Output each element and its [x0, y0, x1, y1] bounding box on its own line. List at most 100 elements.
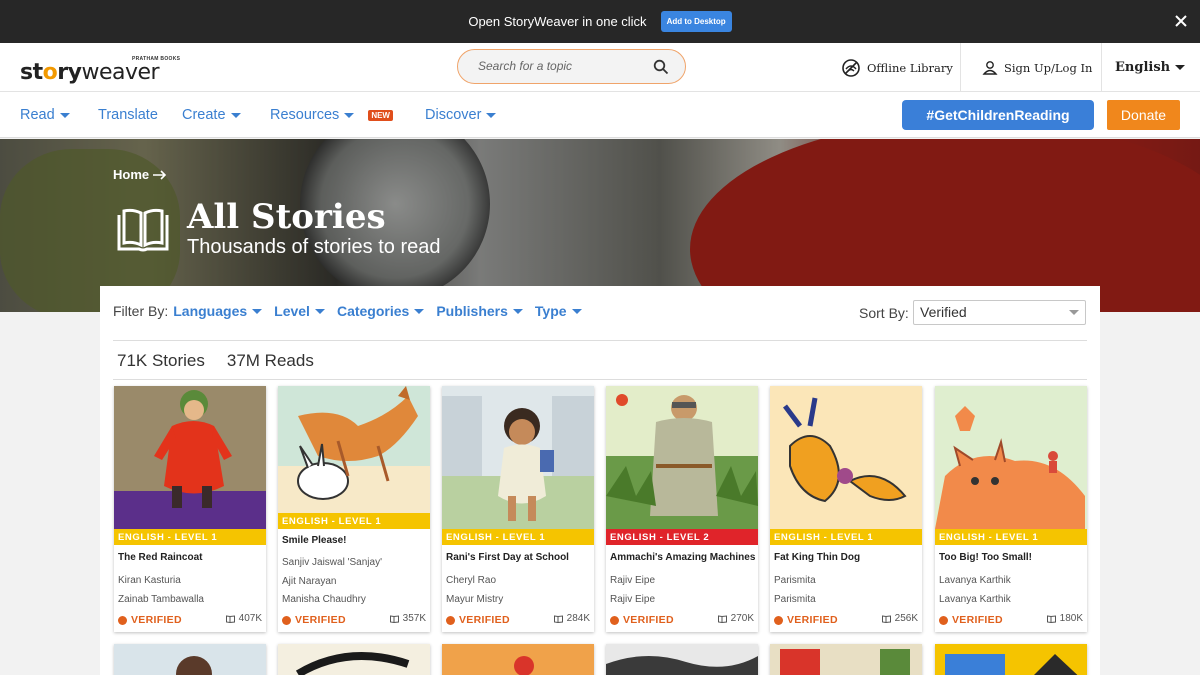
story-card[interactable]: [278, 644, 430, 675]
header-divider: [1101, 43, 1102, 92]
search-input[interactable]: [478, 59, 648, 73]
chevron-down-icon: [486, 112, 497, 118]
divider: [113, 379, 1087, 380]
nav-resources[interactable]: Resources NEW: [270, 107, 393, 123]
story-card[interactable]: [935, 644, 1087, 675]
nav-translate[interactable]: Translate: [98, 107, 158, 123]
story-card[interactable]: [114, 644, 266, 675]
story-illustrator[interactable]: Parismita: [774, 594, 816, 605]
story-title[interactable]: Fat King Thin Dog: [774, 552, 860, 563]
verified-badge: VERIFIED: [446, 614, 510, 626]
add-to-desktop-button[interactable]: Add to Desktop: [660, 11, 732, 32]
filter-languages[interactable]: Languages: [173, 303, 263, 319]
verified-icon: [939, 615, 948, 625]
story-cover[interactable]: [935, 386, 1087, 529]
cover-illustration: [278, 386, 430, 513]
story-title[interactable]: Smile Please!: [282, 535, 346, 546]
story-title[interactable]: Ammachi's Amazing Machines: [610, 552, 755, 563]
story-illustrator[interactable]: Lavanya Karthik: [939, 594, 1011, 605]
story-card[interactable]: ENGLISH - LEVEL 1 The Red Raincoat Kiran…: [114, 386, 266, 632]
nav-read[interactable]: Read: [20, 107, 70, 123]
story-title[interactable]: Rani's First Day at School: [446, 552, 569, 563]
read-count: 270K: [717, 613, 754, 624]
story-card[interactable]: [770, 644, 922, 675]
story-count: 71K Stories: [117, 351, 205, 370]
filter-level[interactable]: Level: [274, 303, 325, 319]
story-illustrator[interactable]: Zainab Tambawalla: [118, 594, 204, 605]
story-card[interactable]: [442, 644, 594, 675]
cover-illustration: [114, 386, 266, 529]
level-badge: ENGLISH - LEVEL 1: [278, 513, 430, 529]
story-title[interactable]: Too Big! Too Small!: [939, 552, 1032, 563]
sort-select[interactable]: Verified: [913, 300, 1086, 325]
story-illustrator[interactable]: Rajiv Eipe: [610, 594, 655, 605]
arrow-right-icon: [153, 169, 167, 180]
open-book-icon: [117, 208, 169, 252]
cover-illustration: [935, 386, 1087, 529]
story-title[interactable]: The Red Raincoat: [118, 552, 202, 563]
chevron-down-icon: [414, 308, 425, 314]
close-banner-button[interactable]: [1174, 10, 1190, 32]
read-count: 284K: [553, 613, 590, 624]
story-card[interactable]: ENGLISH - LEVEL 2 Ammachi's Amazing Mach…: [606, 386, 758, 632]
filter-bar: Filter By: Languages Level Categories Pu…: [113, 303, 594, 319]
read-count: 407K: [225, 613, 262, 624]
story-card[interactable]: [606, 644, 758, 675]
chevron-down-icon: [314, 308, 325, 314]
filter-publishers[interactable]: Publishers: [436, 303, 523, 319]
chevron-down-icon: [344, 112, 355, 118]
verified-icon: [118, 615, 127, 625]
story-cover[interactable]: [606, 386, 758, 529]
book-icon: [1046, 614, 1056, 623]
search-icon[interactable]: [653, 59, 669, 75]
verified-icon: [446, 615, 455, 625]
story-illustrator[interactable]: Mayur Mistry: [446, 594, 503, 605]
story-card[interactable]: ENGLISH - LEVEL 1 Fat King Thin Dog Pari…: [770, 386, 922, 632]
story-card[interactable]: ENGLISH - LEVEL 1 Smile Please! Sanjiv J…: [278, 386, 430, 632]
story-card[interactable]: ENGLISH - LEVEL 1 Too Big! Too Small! La…: [935, 386, 1087, 632]
verified-icon: [610, 615, 619, 625]
story-translator[interactable]: Manisha Chaudhry: [282, 594, 366, 605]
chevron-down-icon: [571, 308, 582, 314]
verified-badge: VERIFIED: [282, 614, 346, 626]
level-badge: ENGLISH - LEVEL 1: [114, 529, 266, 545]
breadcrumb-home[interactable]: Home: [113, 167, 149, 182]
storyweaver-logo[interactable]: PRATHAM BOOKS storyweaver: [20, 53, 185, 85]
get-children-reading-button[interactable]: #GetChildrenReading: [902, 100, 1094, 130]
story-card[interactable]: ENGLISH - LEVEL 1 Rani's First Day at Sc…: [442, 386, 594, 632]
story-cover[interactable]: [770, 386, 922, 529]
verified-icon: [282, 615, 291, 625]
level-badge: ENGLISH - LEVEL 1: [442, 529, 594, 545]
story-cover[interactable]: [114, 386, 266, 529]
nav-create[interactable]: Create: [182, 107, 241, 123]
level-badge: ENGLISH - LEVEL 1: [935, 529, 1087, 545]
story-author[interactable]: Kiran Kasturia: [118, 575, 181, 586]
story-author[interactable]: Lavanya Karthik: [939, 575, 1011, 586]
divider: [113, 340, 1087, 341]
language-label: English: [1115, 60, 1171, 75]
signup-login-link[interactable]: Sign Up/Log In: [982, 43, 1092, 92]
cover-illustration: [770, 386, 922, 529]
sort-value: Verified: [920, 304, 967, 320]
story-author[interactable]: Parismita: [774, 575, 816, 586]
filter-type[interactable]: Type: [535, 303, 582, 319]
donate-button[interactable]: Donate: [1107, 100, 1180, 130]
nav-discover[interactable]: Discover: [425, 107, 497, 123]
signup-label: Sign Up/Log In: [1004, 60, 1093, 75]
language-selector[interactable]: English: [1115, 43, 1186, 92]
filter-categories[interactable]: Categories: [337, 303, 425, 319]
story-cover[interactable]: [278, 386, 430, 513]
header-divider: [960, 43, 961, 92]
cover-illustration: [935, 644, 1087, 675]
book-icon: [389, 614, 399, 623]
book-icon: [881, 614, 891, 623]
install-banner: Open StoryWeaver in one click Add to Des…: [0, 0, 1200, 43]
story-illustrator[interactable]: Ajit Narayan: [282, 576, 336, 587]
offline-icon: [842, 58, 860, 77]
story-cover[interactable]: [442, 386, 594, 529]
story-author[interactable]: Rajiv Eipe: [610, 575, 655, 586]
offline-library-link[interactable]: Offline Library: [841, 43, 953, 92]
search-box: [457, 49, 686, 84]
story-author[interactable]: Cheryl Rao: [446, 575, 496, 586]
story-author[interactable]: Sanjiv Jaiswal 'Sanjay': [282, 557, 382, 568]
